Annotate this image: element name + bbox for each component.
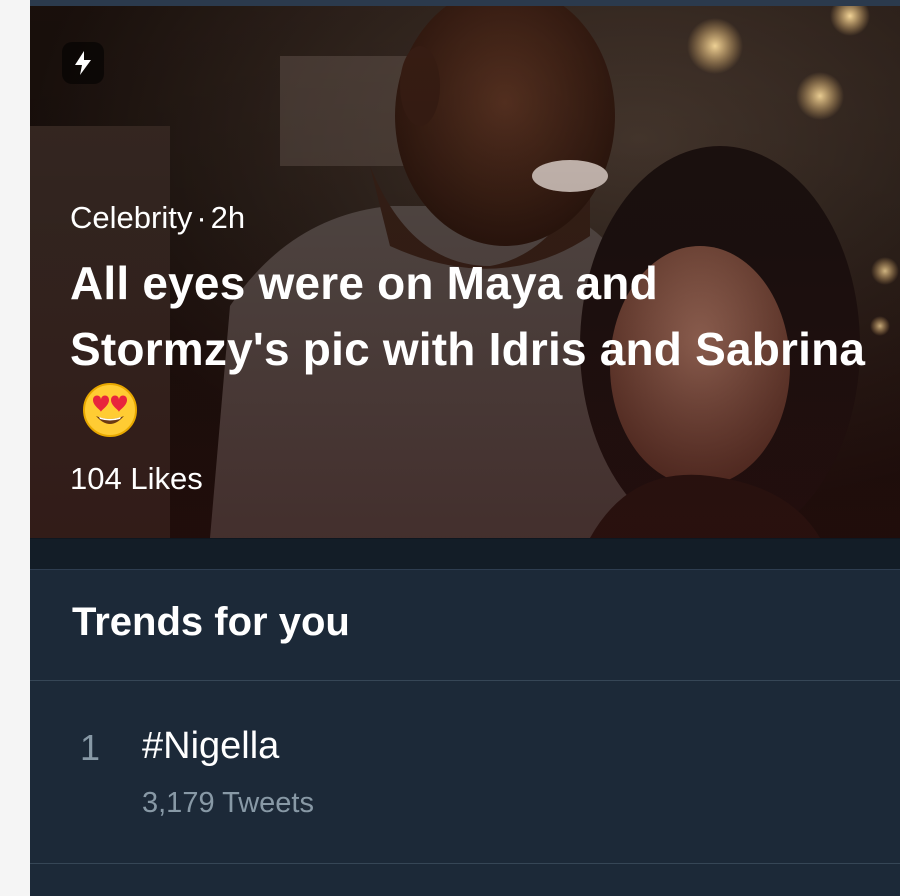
trends-title: Trends for you [72, 600, 350, 644]
trend-name[interactable]: #Nigella [142, 725, 279, 768]
moment-text: Celebrity · 2h All eyes were on Maya and S… [70, 198, 870, 499]
moment-category: Celebrity [70, 200, 193, 235]
explore-panel: Celebrity · 2h All eyes were on Maya and S… [30, 0, 900, 896]
moment-time: 2h [210, 200, 246, 235]
trends-header: Trends for you [30, 570, 900, 681]
trend-item[interactable]: 1 #Nigella 3,179 Tweets [30, 681, 900, 864]
moment-headline[interactable]: All eyes were on Maya and Stormzy's pic … [70, 257, 865, 375]
trend-rank: 1 [80, 727, 101, 768]
moment-badge [62, 42, 104, 84]
moment-headline-block[interactable]: All eyes were on Maya and Stormzy's pic … [70, 250, 870, 449]
section-divider [30, 538, 900, 570]
trend-tweet-count: 3,179 Tweets [142, 787, 314, 819]
moment-meta: Celebrity · 2h [70, 198, 870, 238]
moment-likes: 104 Likes [70, 461, 203, 496]
lightning-bolt-icon [75, 51, 91, 75]
heart-eyes-emoji [83, 383, 137, 437]
meta-separator: · [196, 200, 207, 235]
moment-card[interactable]: Celebrity · 2h All eyes were on Maya and S… [30, 6, 900, 538]
